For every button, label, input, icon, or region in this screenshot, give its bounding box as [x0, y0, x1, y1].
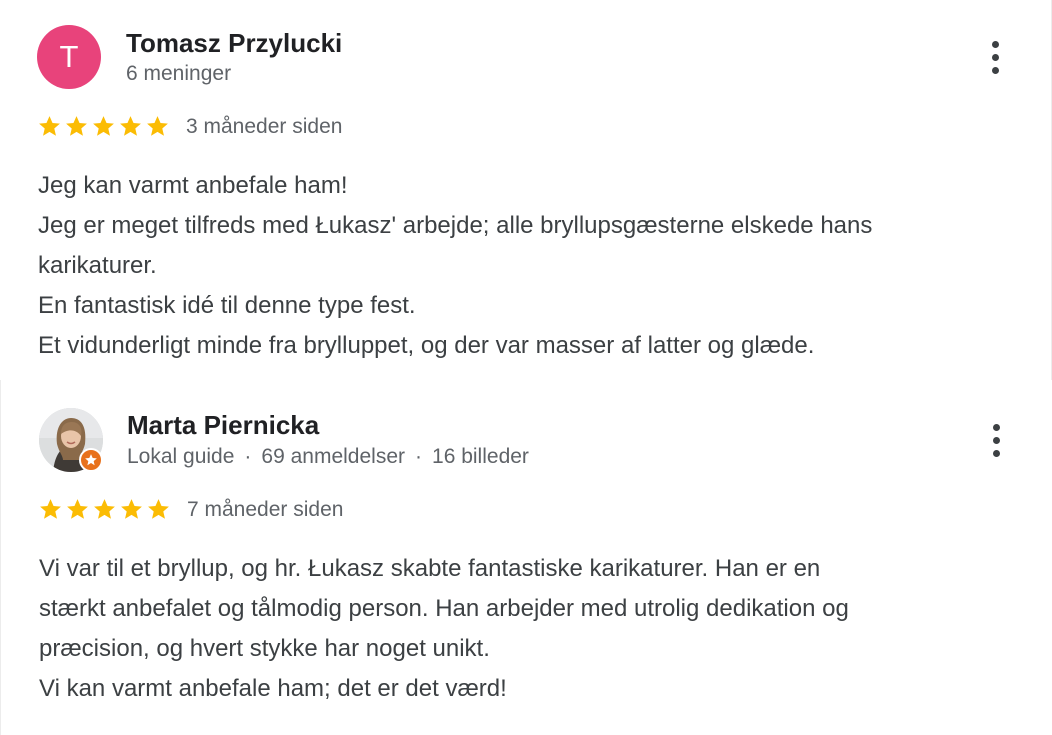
more-options-button[interactable] [980, 33, 1010, 81]
review-card-tomasz: T Tomasz Przylucki 6 meninger 3 måneder … [0, 0, 1052, 380]
review-time: 7 måneder siden [187, 497, 344, 521]
review-text-line: Jeg kan varmt anbefale ham! [38, 172, 348, 199]
review-time: 3 måneder siden [186, 114, 343, 138]
review-text-line: Vi kan varmt anbefale ham; det er det væ… [39, 675, 507, 702]
review-text-line: Jeg er meget tilfreds med Łukasz' arbejd… [38, 212, 873, 239]
more-vert-icon [992, 423, 1000, 431]
review-text-line: stærkt anbefalet og tålmodig person. Han… [39, 595, 849, 622]
photo-count: 16 billeder [432, 445, 529, 468]
local-guide-badge-icon [79, 448, 103, 472]
star-icon [66, 116, 87, 136]
star-icon [148, 499, 169, 519]
star-icon [121, 499, 142, 519]
star-icon [120, 116, 141, 136]
review-count: 69 anmeldelser [261, 445, 406, 468]
review-card-marta: Marta Piernicka Lokal guide · 69 anmeldels… [0, 380, 1052, 735]
more-options-button[interactable] [981, 416, 1011, 464]
local-guide-label: Lokal guide [127, 445, 235, 468]
rating-row: 3 måneder siden [37, 114, 342, 139]
star-icon [147, 116, 168, 136]
review-text-line: præcision, og hvert stykke har noget uni… [39, 635, 490, 662]
star-icon [40, 499, 61, 519]
star-rating [38, 497, 171, 522]
star-icon [67, 499, 88, 519]
reviewer-name[interactable]: Tomasz Przylucki [126, 28, 342, 59]
reviewer-meta: Lokal guide · 69 anmeldelser · 16 billeder [127, 445, 529, 468]
star-rating [37, 114, 170, 139]
review-text-line: En fantastisk idé til denne type fest. [38, 292, 416, 319]
review-text-line: Et vidunderligt minde fra brylluppet, og… [38, 332, 815, 359]
review-text: Vi var til et bryllup, og hr. Łukasz ska… [39, 549, 1039, 709]
rating-row: 7 måneder siden [38, 497, 343, 522]
review-text-line: karikaturer. [38, 252, 157, 279]
star-icon [39, 116, 60, 136]
avatar[interactable]: T [37, 25, 101, 89]
reviewer-meta: 6 meninger [126, 62, 232, 85]
reviewer-name[interactable]: Marta Piernicka [127, 410, 319, 441]
more-vert-icon [991, 40, 999, 48]
review-text-line: Vi var til et bryllup, og hr. Łukasz ska… [39, 555, 821, 582]
star-icon [93, 116, 114, 136]
review-text: Jeg kan varmt anbefale ham! Jeg er meget… [38, 166, 1038, 366]
star-icon [94, 499, 115, 519]
